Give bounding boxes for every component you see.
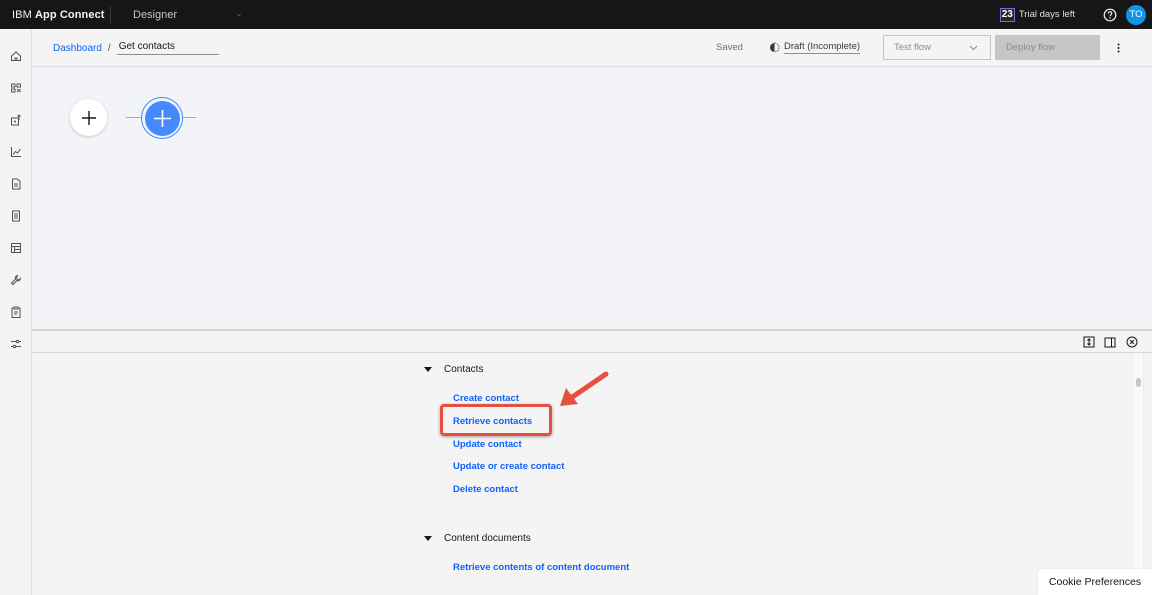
side-panel-icon — [1104, 337, 1116, 347]
app-switcher-dropdown[interactable]: Designer — [111, 9, 241, 21]
close-icon — [1126, 336, 1138, 348]
chevron-down-icon — [969, 45, 978, 50]
plus-icon — [81, 110, 96, 125]
sidenav-item-settings[interactable] — [0, 332, 32, 356]
sidenav-item-tools[interactable] — [0, 268, 32, 292]
save-status: Saved — [716, 42, 743, 53]
cookie-preferences-button[interactable]: Cookie Preferences — [1038, 569, 1152, 595]
sidenav-item-templates[interactable] — [0, 236, 32, 260]
panel-toolbar — [32, 331, 1152, 353]
expand-panel-button[interactable] — [1082, 335, 1096, 349]
group-title: Content documents — [444, 533, 531, 544]
brand-logo[interactable]: IBM App Connect — [0, 9, 110, 21]
catalog-icon — [11, 83, 21, 93]
flow-status-label: Draft (Incomplete) — [784, 41, 861, 54]
action-update-contact[interactable]: Update contact — [453, 439, 522, 450]
scrollbar-thumb[interactable] — [1136, 378, 1141, 387]
settings-adjust-icon — [11, 339, 21, 349]
list-icon — [12, 210, 20, 222]
template-icon — [11, 243, 21, 253]
flow-status[interactable]: Draft (Incomplete) — [769, 41, 861, 54]
overflow-menu-button[interactable] — [1112, 40, 1124, 56]
test-flow-label: Test flow — [894, 42, 931, 53]
plus-icon — [153, 109, 171, 127]
add-trigger-node-button[interactable] — [70, 99, 107, 136]
sidenav-item-catalog[interactable] — [0, 76, 32, 100]
flow-header: Dashboard / Get contacts Saved Draft (In… — [32, 29, 1152, 67]
deploy-flow-button[interactable]: Deploy flow — [995, 35, 1100, 60]
sidenav-item-documents[interactable] — [0, 172, 32, 196]
caret-down-icon — [424, 367, 432, 372]
clipboard-icon — [11, 306, 21, 318]
app-switcher-label: Designer — [133, 8, 178, 21]
action-picker-panel: Contacts Create contact Retrieve contact… — [32, 353, 1152, 595]
group-header-contacts[interactable]: Contacts — [424, 364, 483, 375]
import-icon — [11, 114, 21, 126]
sidenav-item-import[interactable] — [0, 108, 32, 132]
sidenav-item-monitoring[interactable] — [0, 140, 32, 164]
chart-icon — [11, 147, 21, 157]
sidenav-item-home[interactable] — [0, 44, 32, 68]
group-header-content-documents[interactable]: Content documents — [424, 533, 531, 544]
sidenav-item-tasks[interactable] — [0, 300, 32, 324]
close-panel-button[interactable] — [1125, 335, 1139, 349]
add-action-node-button[interactable] — [141, 97, 183, 139]
action-create-contact[interactable]: Create contact — [453, 393, 519, 404]
brand-prefix: IBM — [12, 8, 32, 21]
flow-canvas[interactable] — [32, 67, 1152, 329]
sidenav-item-logs[interactable] — [0, 204, 32, 228]
breadcrumb: Dashboard / Get contacts — [53, 41, 219, 55]
action-update-or-create-contact[interactable]: Update or create contact — [453, 461, 564, 472]
home-icon — [11, 51, 21, 61]
trial-days-count: 23 — [999, 7, 1015, 22]
help-icon — [1103, 8, 1116, 21]
chevron-down-icon — [237, 13, 241, 16]
action-retrieve-contacts[interactable]: Retrieve contacts — [453, 416, 532, 427]
top-bar: IBM App Connect Designer 23 Trial days l… — [0, 0, 1152, 29]
group-title: Contacts — [444, 364, 484, 375]
caret-down-icon — [424, 536, 432, 541]
brand-name: App Connect — [35, 8, 105, 21]
wrench-icon — [10, 274, 22, 286]
annotation-arrow-icon — [560, 371, 609, 406]
trial-indicator[interactable]: 23 Trial days left — [999, 7, 1075, 22]
half-circle-status-icon — [770, 42, 780, 53]
action-delete-contact[interactable]: Delete contact — [453, 484, 518, 495]
expand-vertical-icon — [1083, 336, 1095, 348]
deploy-flow-label: Deploy flow — [1006, 42, 1056, 53]
user-avatar[interactable]: TO — [1126, 4, 1146, 25]
action-retrieve-content-document[interactable]: Retrieve contents of content document — [453, 562, 629, 573]
panel-scrollbar[interactable] — [1132, 353, 1144, 595]
trial-label: Trial days left — [1018, 9, 1075, 20]
dock-side-button[interactable] — [1103, 335, 1117, 349]
breadcrumb-separator: / — [107, 42, 111, 54]
help-button[interactable] — [1095, 8, 1124, 22]
document-icon — [12, 178, 21, 190]
side-nav — [0, 29, 32, 595]
overflow-menu-icon — [1117, 43, 1119, 53]
breadcrumb-dashboard-link[interactable]: Dashboard — [53, 43, 102, 54]
test-flow-dropdown[interactable]: Test flow — [883, 35, 991, 60]
flow-name-input[interactable]: Get contacts — [116, 41, 219, 55]
